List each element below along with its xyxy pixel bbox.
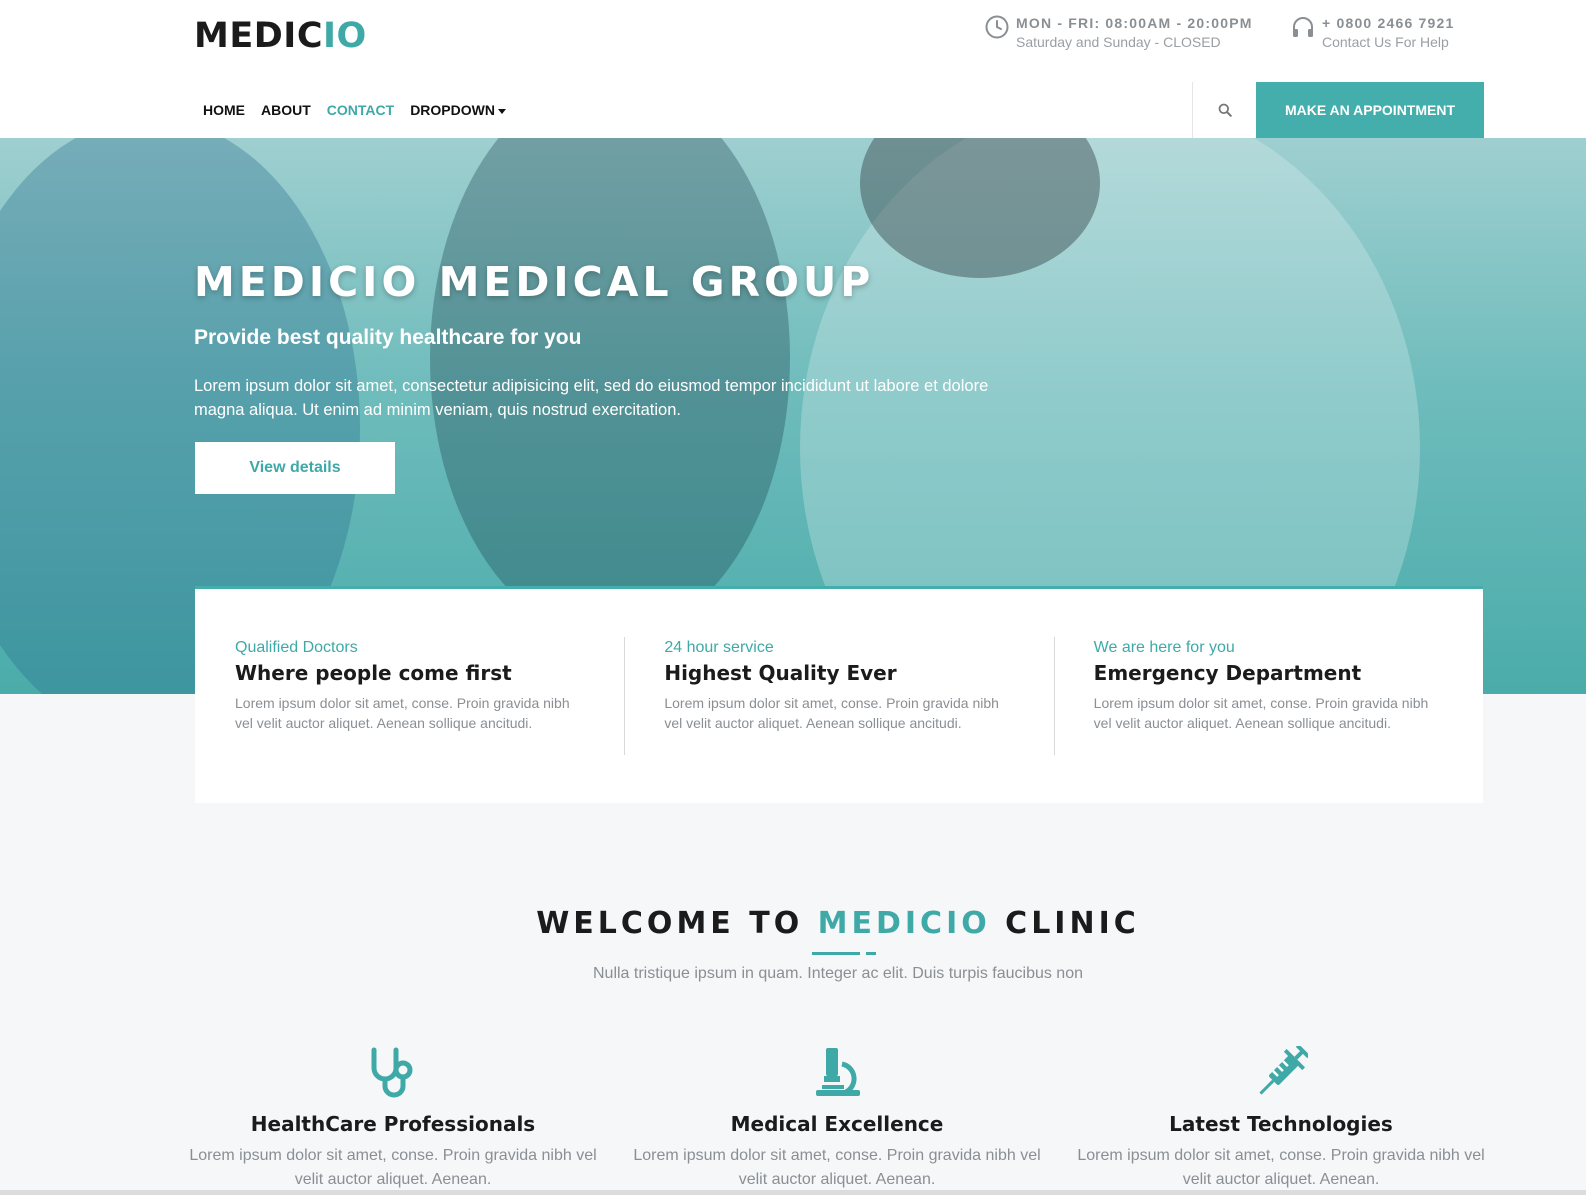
- feature-item: 24 hour service Highest Quality Ever Lor…: [624, 589, 1053, 803]
- headphones-icon: [1293, 17, 1313, 37]
- microscope-icon: [816, 1048, 860, 1096]
- feature-title: Emergency Department: [1093, 661, 1362, 685]
- service-item: HealthCare Professionals Lorem ipsum dol…: [183, 1046, 603, 1192]
- feature-kicker: We are here for you: [1093, 639, 1235, 656]
- search-icon: [1218, 103, 1232, 117]
- welcome-title: WELCOME TO MEDICIO CLINIC: [0, 906, 1586, 941]
- caret-down-icon: [497, 108, 506, 114]
- feature-text: Lorem ipsum dolor sit amet, conse. Proin…: [1093, 695, 1429, 731]
- make-appointment-button[interactable]: MAKE AN APPOINTMENT: [1256, 82, 1484, 138]
- service-title: HealthCare Professionals: [250, 1112, 536, 1136]
- service-text: Lorem ipsum dolor sit amet, conse. Proin…: [1077, 1147, 1485, 1188]
- nav-menu: HOME ABOUT CONTACT DROPDOWN: [203, 82, 522, 138]
- title-underline-dash: [866, 952, 876, 955]
- features-box: Qualified Doctors Where people come firs…: [195, 586, 1483, 803]
- feature-text: Lorem ipsum dolor sit amet, conse. Proin…: [664, 695, 999, 731]
- stethoscope-icon: [371, 1047, 413, 1098]
- feature-text: Lorem ipsum dolor sit amet, conse. Proin…: [235, 695, 570, 731]
- logo[interactable]: MEDICIO: [194, 16, 367, 56]
- feature-title: Where people come first: [235, 661, 512, 685]
- welcome-title-pre: WELCOME TO: [536, 906, 818, 941]
- contact-phone: + 0800 2466 7921 Contact Us For Help: [1290, 14, 1454, 52]
- nav-dropdown-label: DROPDOWN: [410, 102, 495, 118]
- hero-text: Lorem ipsum dolor sit amet, consectetur …: [194, 377, 989, 419]
- service-text: Lorem ipsum dolor sit amet, conse. Proin…: [633, 1147, 1041, 1188]
- horizontal-scrollbar[interactable]: [0, 1190, 1586, 1195]
- phone-subtitle: Contact Us For Help: [1322, 34, 1449, 50]
- top-header: MEDICIO MON - FRI: 08:00AM - 20:00PM Sat…: [0, 0, 1586, 83]
- nav-item-contact[interactable]: CONTACT: [327, 102, 394, 118]
- nav-item-home[interactable]: HOME: [203, 102, 245, 118]
- service-title: Medical Excellence: [730, 1112, 944, 1136]
- feature-kicker: Qualified Doctors: [235, 639, 358, 656]
- nav-item-dropdown[interactable]: DROPDOWN: [410, 102, 506, 118]
- hero-subtitle: Provide best quality healthcare for you: [194, 326, 582, 349]
- nav-item-about[interactable]: ABOUT: [261, 102, 311, 118]
- service-text: Lorem ipsum dolor sit amet, conse. Proin…: [189, 1147, 597, 1188]
- main-navbar: HOME ABOUT CONTACT DROPDOWN MAKE AN APPO…: [0, 82, 1586, 138]
- service-item: Medical Excellence Lorem ipsum dolor sit…: [627, 1046, 1047, 1192]
- view-details-button[interactable]: View details: [195, 442, 395, 494]
- logo-accent: IO: [323, 16, 367, 56]
- hours-subtitle: Saturday and Sunday - CLOSED: [1016, 34, 1221, 50]
- hero-title: MEDICIO MEDICAL GROUP: [194, 258, 875, 306]
- feature-title: Highest Quality Ever: [664, 661, 897, 685]
- welcome-title-post: CLINIC: [990, 906, 1140, 941]
- service-item: Latest Technologies Lorem ipsum dolor si…: [1071, 1046, 1491, 1192]
- logo-main: MEDIC: [194, 16, 323, 56]
- title-underline: [812, 952, 860, 955]
- clock-icon: [985, 15, 1009, 39]
- feature-item: Qualified Doctors Where people come firs…: [195, 589, 624, 803]
- welcome-subtitle: Nulla tristique ipsum in quam. Integer a…: [592, 965, 1083, 982]
- phone-number[interactable]: + 0800 2466 7921: [1322, 14, 1454, 32]
- service-title: Latest Technologies: [1169, 1112, 1393, 1136]
- welcome-title-accent: MEDICIO: [817, 906, 991, 941]
- opening-hours: MON - FRI: 08:00AM - 20:00PM Saturday an…: [984, 14, 1253, 52]
- feature-kicker: 24 hour service: [664, 639, 774, 656]
- search-button[interactable]: [1192, 82, 1257, 138]
- feature-item: We are here for you Emergency Department…: [1053, 589, 1483, 803]
- syringe-icon: [1259, 1046, 1308, 1095]
- hours-title: MON - FRI: 08:00AM - 20:00PM: [1016, 15, 1253, 31]
